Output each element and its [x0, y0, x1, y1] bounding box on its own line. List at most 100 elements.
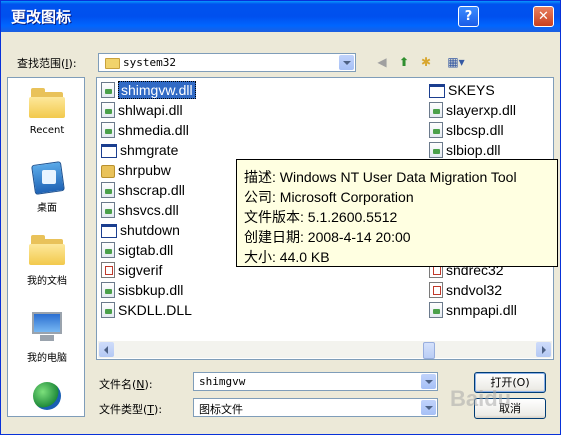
window-title: 更改图标 [11, 8, 72, 26]
filename-value: shimgvw [199, 375, 246, 388]
list-item[interactable]: shmedia.dll [101, 120, 189, 140]
tooltip-description: 描述: Windows NT User Data Migration Tool [244, 169, 517, 185]
folder-icon [101, 165, 115, 178]
place-label: 我的电脑 [27, 353, 67, 364]
list-item[interactable]: shmgrate [101, 140, 178, 160]
my-documents-icon [28, 233, 66, 269]
chevron-down-icon[interactable] [421, 400, 436, 415]
tooltip-version: 文件版本: 5.1.2600.5512 [244, 209, 398, 225]
lookin-dropdown[interactable]: system32 [98, 53, 356, 72]
watermark: Baidu [450, 386, 512, 411]
title-bar[interactable]: 更改图标 ? ✕ [1, 1, 560, 32]
dll-file-icon [101, 82, 115, 98]
file-name: sigverif [118, 262, 163, 278]
info-file-icon [429, 282, 443, 298]
list-item[interactable]: sigverif [101, 260, 162, 280]
scroll-thumb[interactable] [423, 342, 435, 359]
lookin-value: system32 [123, 56, 176, 69]
dll-file-icon [429, 142, 443, 158]
folder-icon [105, 58, 120, 69]
filename-input[interactable]: shimgvw [193, 372, 438, 391]
network-icon [28, 380, 66, 416]
chevron-down-icon[interactable] [339, 55, 354, 70]
change-icon-dialog: 更改图标 ? ✕ 查找范围(I): system32 ◀ ⬆ ✱ ▦▾ Rece… [0, 0, 561, 435]
dll-file-icon [101, 122, 115, 138]
exe-window-icon [101, 224, 117, 238]
list-item[interactable]: snmpapi.dll [429, 300, 517, 320]
list-item[interactable]: sisbkup.dll [101, 280, 183, 300]
tooltip-company: 公司: Microsoft Corporation [244, 189, 414, 205]
file-name: shutdown [120, 222, 180, 238]
file-name: sndvol32 [446, 282, 503, 298]
new-folder-icon[interactable]: ✱ [417, 53, 435, 71]
exe-window-icon [429, 84, 445, 98]
dll-file-icon [101, 102, 115, 118]
place-network[interactable] [8, 380, 84, 416]
file-name: shrpubw [118, 162, 171, 178]
dll-file-icon [101, 202, 115, 218]
file-name: slayerxp.dll [446, 102, 517, 118]
generic-file-icon [101, 262, 115, 278]
lookin-label: 查找范围(I): [17, 57, 77, 70]
dll-file-icon [429, 122, 443, 138]
scroll-left-icon[interactable] [99, 342, 114, 357]
list-item[interactable]: slbiop.dll [429, 140, 500, 160]
list-item[interactable]: SKDLL.DLL [101, 300, 192, 320]
place-label: 桌面 [37, 203, 57, 214]
place-my-documents[interactable]: 我的文档 [8, 233, 84, 287]
help-button[interactable]: ? [458, 6, 479, 27]
file-name: shmedia.dll [118, 122, 189, 138]
list-item[interactable]: slayerxp.dll [429, 100, 516, 120]
back-arrow-icon[interactable]: ◀ [373, 53, 391, 71]
file-name: snmpapi.dll [446, 302, 517, 318]
filetype-label: 文件类型(T): [99, 403, 163, 416]
dll-file-icon [101, 302, 115, 318]
list-item[interactable]: shlwapi.dll [101, 100, 183, 120]
list-item[interactable]: shutdown [101, 220, 180, 240]
horizontal-scrollbar[interactable] [98, 341, 552, 359]
scroll-right-icon[interactable] [536, 342, 551, 357]
views-menu-icon[interactable]: ▦▾ [442, 53, 470, 71]
list-item[interactable]: sndvol32 [429, 280, 502, 300]
list-item[interactable]: SKEYS [429, 80, 495, 100]
file-name: shmgrate [120, 142, 179, 158]
place-my-computer[interactable]: 我的电脑 [8, 310, 84, 364]
place-label: 我的文档 [27, 276, 67, 287]
up-folder-icon[interactable]: ⬆ [395, 53, 413, 71]
exe-window-icon [101, 144, 117, 158]
file-name: SKDLL.DLL [118, 302, 192, 318]
filename-label: 文件名(N): [99, 378, 153, 391]
my-computer-icon [28, 310, 66, 346]
file-name: SKEYS [448, 82, 495, 98]
file-name: slbcsp.dll [446, 122, 504, 138]
filetype-dropdown[interactable]: 图标文件 [193, 398, 438, 417]
dll-file-icon [429, 102, 443, 118]
dll-file-icon [101, 182, 115, 198]
dll-file-icon [101, 242, 115, 258]
file-name: sigtab.dll [118, 242, 174, 258]
list-item[interactable]: sigtab.dll [101, 240, 173, 260]
list-item[interactable]: slbcsp.dll [429, 120, 504, 140]
file-name: shimgvw.dll [118, 81, 196, 99]
dll-file-icon [429, 302, 443, 318]
file-name: sisbkup.dll [118, 282, 184, 298]
place-label: Recent [29, 125, 65, 136]
list-item[interactable]: shsvcs.dll [101, 200, 179, 220]
dll-file-icon [101, 282, 115, 298]
list-item[interactable]: shimgvw.dll [101, 80, 196, 100]
chevron-down-icon[interactable] [421, 374, 436, 389]
desktop-icon [28, 160, 66, 196]
list-item[interactable]: shrpubw [101, 160, 171, 180]
place-desktop[interactable]: 桌面 [8, 160, 84, 214]
recent-folder-icon [28, 86, 66, 122]
file-name: shlwapi.dll [118, 102, 183, 118]
filetype-value: 图标文件 [199, 403, 243, 416]
list-item[interactable]: shscrap.dll [101, 180, 185, 200]
close-button[interactable]: ✕ [533, 6, 554, 27]
file-name: shsvcs.dll [118, 202, 179, 218]
file-info-tooltip: 描述: Windows NT User Data Migration Tool … [236, 159, 558, 267]
places-bar: Recent 桌面 我的文档 我的电脑 [7, 77, 85, 417]
place-recent[interactable]: Recent [8, 86, 84, 136]
tooltip-size: 大小: 44.0 KB [244, 249, 330, 265]
file-name: shscrap.dll [118, 182, 185, 198]
